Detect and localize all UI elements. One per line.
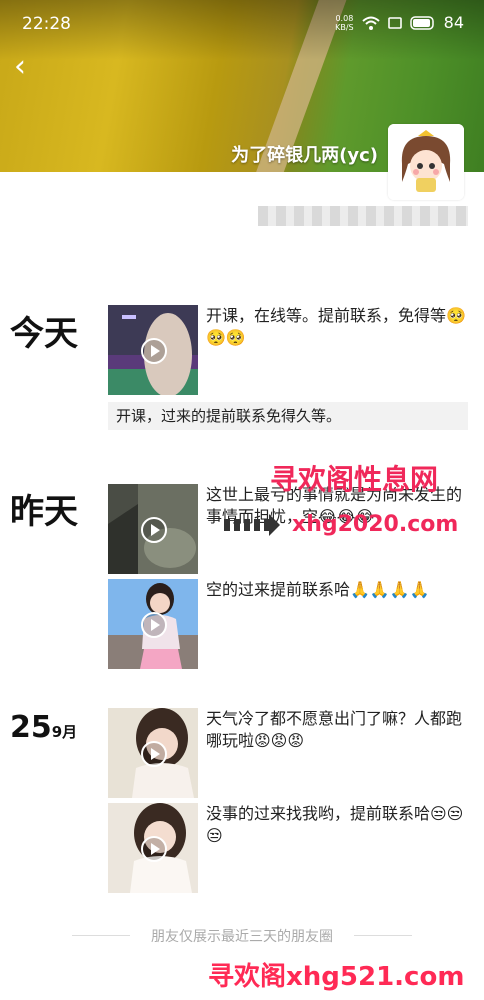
play-icon[interactable] <box>141 517 167 543</box>
date-label-today: 今天 <box>10 314 78 354</box>
wifi-icon <box>361 16 380 30</box>
post-text: 空的过来提前联系哈🙏🙏🙏🙏 <box>206 580 430 599</box>
watermark-url: xhg2020.com <box>292 512 459 537</box>
profile-signature-blurred <box>258 206 468 226</box>
network-speed: 0.08 KB/S <box>335 13 354 32</box>
watermark-arrow-icon <box>224 514 280 536</box>
avatar-image <box>388 124 464 200</box>
status-time: 22:28 <box>22 14 71 34</box>
post-text: 没事的过来找我哟，提前联系哈😒😒😒 <box>206 804 464 845</box>
watermark-title: 寻欢阁性息网 <box>270 463 439 496</box>
avatar[interactable] <box>388 124 464 200</box>
play-icon[interactable] <box>141 338 167 364</box>
sim-icon <box>387 16 402 29</box>
post-text: 开课，在线等。提前联系，免得等🥺🥺🥺 <box>206 306 466 347</box>
play-icon[interactable] <box>141 836 167 862</box>
post-thumbnail[interactable] <box>108 305 198 395</box>
watermark-bottom: 寻欢阁xhg521.com <box>208 962 465 992</box>
date-day: 25 <box>10 710 52 745</box>
date-label-yesterday: 昨天 <box>10 492 78 532</box>
date-label-25-sep: 259月 <box>10 710 77 745</box>
play-icon[interactable] <box>141 612 167 638</box>
feed-end-notice: 朋友仅展示最近三天的朋友圈 <box>72 926 412 946</box>
battery-level: 84 <box>443 13 464 32</box>
post-thumbnail[interactable] <box>108 803 198 893</box>
post-thumbnail[interactable] <box>108 484 198 574</box>
shared-post[interactable]: 开课，过来的提前联系免得久等。 <box>108 402 468 430</box>
status-bar: 22:28 0.08 KB/S 84 <box>0 0 484 46</box>
play-icon[interactable] <box>141 741 167 767</box>
date-month: 9月 <box>51 723 78 741</box>
post-text: 天气冷了都不愿意出门了嘛？人都跑哪玩啦😡😡😡 <box>206 709 463 750</box>
post-thumbnail[interactable] <box>108 708 198 798</box>
battery-icon <box>409 15 434 30</box>
profile-nickname: 为了碎银几两(yc) <box>231 145 378 166</box>
back-icon[interactable]: ‹ <box>14 52 38 82</box>
post-thumbnail[interactable] <box>108 579 198 669</box>
